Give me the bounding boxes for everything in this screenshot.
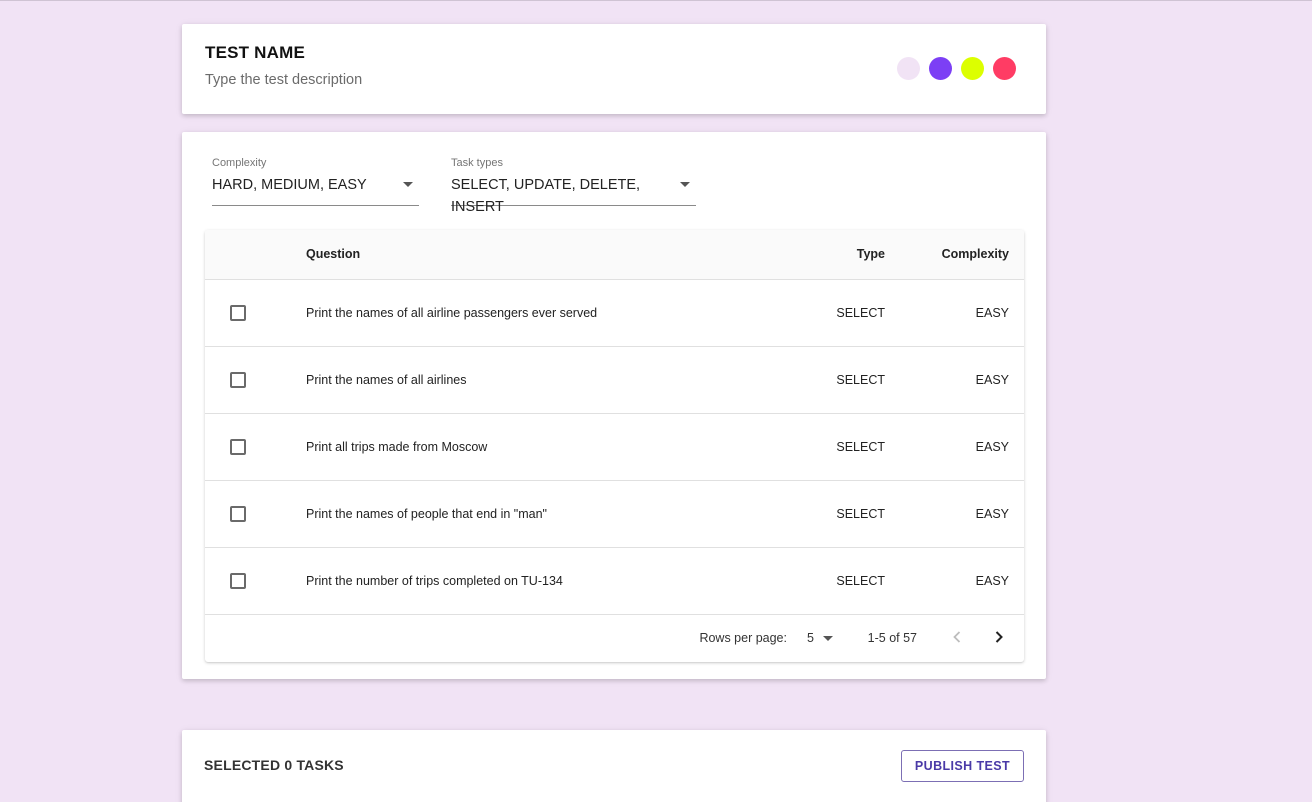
complexity-filter: Complexity HARD, MEDIUM, EASY <box>212 157 419 206</box>
column-header-complexity[interactable]: Complexity <box>942 247 1009 261</box>
next-page-button[interactable] <box>989 627 1009 647</box>
color-swatch-lavender[interactable] <box>897 57 920 80</box>
row-type: SELECT <box>836 306 885 320</box>
row-checkbox[interactable] <box>230 573 246 589</box>
row-complexity: EASY <box>975 373 1009 387</box>
selection-footer-card: SELECTED 0 TASKS PUBLISH TEST <box>182 730 1046 802</box>
row-complexity: EASY <box>975 440 1009 454</box>
row-question: Print all trips made from Moscow <box>306 440 488 454</box>
test-description[interactable]: Type the test description <box>205 72 362 88</box>
task-types-select[interactable]: SELECT, UPDATE, DELETE, INSERT <box>451 174 696 215</box>
table-header: Question Type Complexity <box>205 230 1024 280</box>
task-types-filter: Task types SELECT, UPDATE, DELETE, INSER… <box>451 157 696 215</box>
tasks-table: Question Type Complexity Print the names… <box>205 230 1024 662</box>
table-row[interactable]: Print the names of all airlines SELECT E… <box>205 347 1024 414</box>
row-complexity: EASY <box>975 574 1009 588</box>
row-complexity: EASY <box>975 306 1009 320</box>
table-row[interactable]: Print all trips made from Moscow SELECT … <box>205 414 1024 481</box>
row-question: Print the number of trips completed on T… <box>306 574 563 588</box>
chevron-left-icon <box>953 631 961 643</box>
row-type: SELECT <box>836 373 885 387</box>
rows-per-page-select[interactable]: 5 <box>807 631 833 645</box>
selected-tasks-count: SELECTED 0 TASKS <box>204 757 344 773</box>
complexity-filter-label: Complexity <box>212 157 267 169</box>
color-swatches <box>897 57 1016 80</box>
chevron-down-icon <box>680 182 690 187</box>
publish-test-button[interactable]: PUBLISH TEST <box>900 750 1024 782</box>
table-row[interactable]: Print the number of trips completed on T… <box>205 548 1024 615</box>
row-question: Print the names of people that end in "m… <box>306 507 547 521</box>
row-checkbox[interactable] <box>230 372 246 388</box>
table-row[interactable]: Print the names of people that end in "m… <box>205 481 1024 548</box>
row-question: Print the names of all airlines <box>306 373 467 387</box>
rows-per-page-value: 5 <box>807 631 814 645</box>
task-types-select-value: SELECT, UPDATE, DELETE, INSERT <box>451 177 641 215</box>
color-swatch-red[interactable] <box>993 57 1016 80</box>
previous-page-button[interactable] <box>947 627 967 647</box>
chevron-down-icon <box>403 182 413 187</box>
test-name-title[interactable]: TEST NAME <box>205 43 305 63</box>
table-row[interactable]: Print the names of all airline passenger… <box>205 280 1024 347</box>
row-question: Print the names of all airline passenger… <box>306 306 598 320</box>
task-list-card: Complexity HARD, MEDIUM, EASY Task types… <box>182 132 1046 679</box>
chevron-right-icon <box>995 631 1003 643</box>
row-checkbox[interactable] <box>230 305 246 321</box>
color-swatch-lime[interactable] <box>961 57 984 80</box>
complexity-select[interactable]: HARD, MEDIUM, EASY <box>212 174 419 206</box>
table-pagination: Rows per page: 5 1-5 of 57 <box>205 615 1024 661</box>
row-type: SELECT <box>836 507 885 521</box>
color-swatch-purple[interactable] <box>929 57 952 80</box>
rows-per-page-label: Rows per page: <box>699 631 787 645</box>
complexity-select-value: HARD, MEDIUM, EASY <box>212 177 367 193</box>
row-checkbox[interactable] <box>230 506 246 522</box>
row-type: SELECT <box>836 574 885 588</box>
column-header-type[interactable]: Type <box>857 247 885 261</box>
pagination-range: 1-5 of 57 <box>867 631 917 645</box>
task-types-filter-label: Task types <box>451 157 503 169</box>
row-complexity: EASY <box>975 507 1009 521</box>
row-type: SELECT <box>836 440 885 454</box>
chevron-down-icon <box>823 636 833 641</box>
row-checkbox[interactable] <box>230 439 246 455</box>
test-header-card: TEST NAME Type the test description <box>182 24 1046 114</box>
column-header-question[interactable]: Question <box>306 247 360 261</box>
